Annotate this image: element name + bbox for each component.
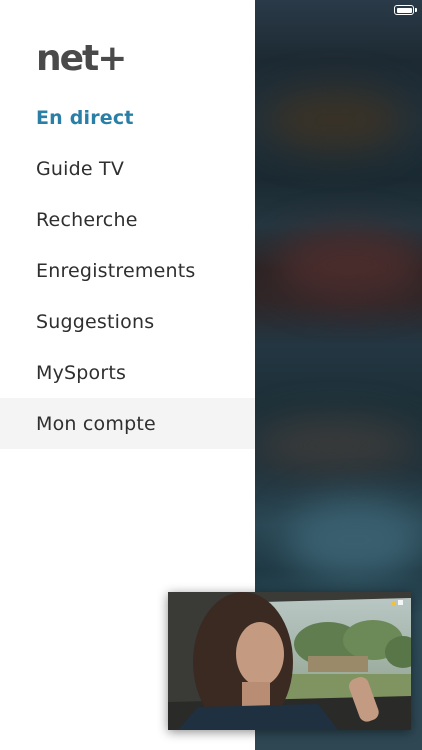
nav-item-mon-compte[interactable]: Mon compte bbox=[0, 398, 255, 449]
picture-in-picture-video[interactable] bbox=[168, 592, 411, 730]
nav-item-en-direct[interactable]: En direct bbox=[0, 92, 255, 143]
battery-icon bbox=[394, 5, 414, 15]
blur-shape bbox=[265, 90, 405, 150]
nav-item-mysports[interactable]: MySports bbox=[0, 347, 255, 398]
net-plus-logo[interactable]: net+ bbox=[36, 40, 142, 76]
nav-menu: En direct Guide TV Recherche Enregistrem… bbox=[0, 92, 255, 449]
pip-indicator-icon bbox=[392, 600, 403, 605]
blur-shape bbox=[285, 500, 422, 580]
blur-shape bbox=[255, 420, 415, 470]
blur-shape bbox=[275, 230, 422, 300]
nav-item-enregistrements[interactable]: Enregistrements bbox=[0, 245, 255, 296]
battery-tip bbox=[415, 8, 417, 12]
nav-item-suggestions[interactable]: Suggestions bbox=[0, 296, 255, 347]
logo-text: net+ bbox=[36, 40, 125, 76]
nav-item-guide-tv[interactable]: Guide TV bbox=[0, 143, 255, 194]
nav-item-recherche[interactable]: Recherche bbox=[0, 194, 255, 245]
